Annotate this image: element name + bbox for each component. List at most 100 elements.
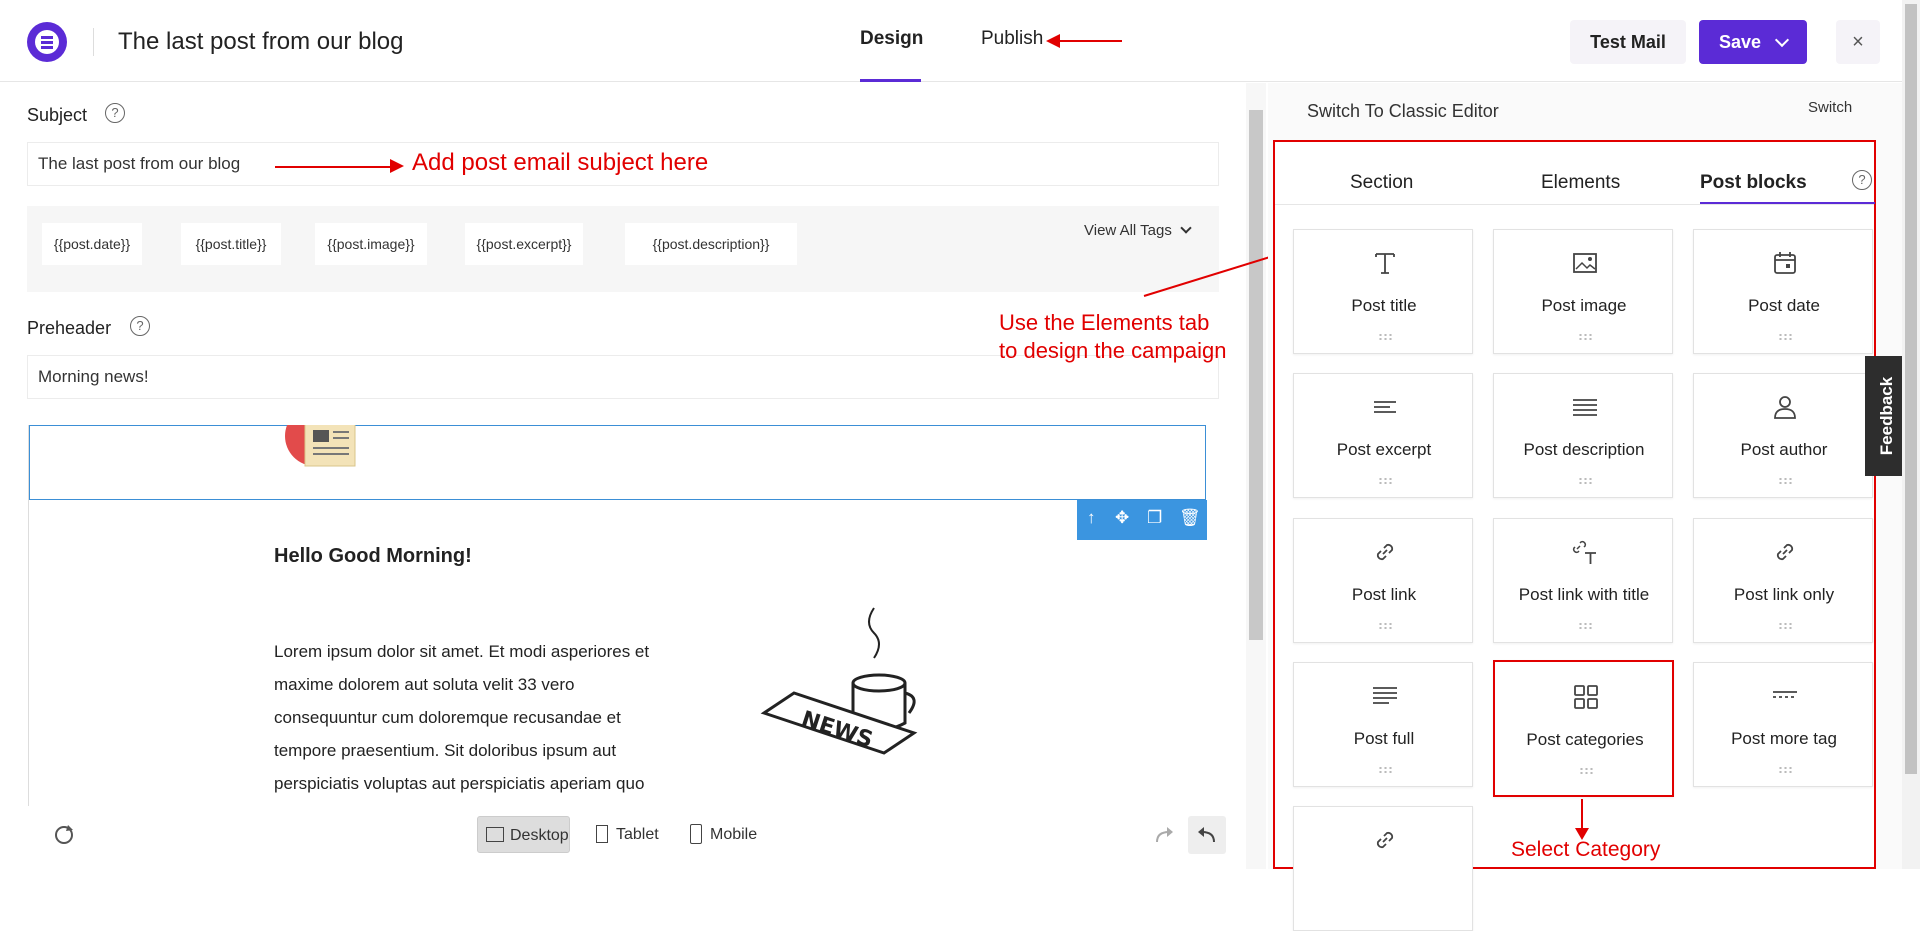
tab-design[interactable]: Design [860, 28, 923, 50]
tab-elements[interactable]: Elements [1541, 172, 1620, 194]
email-body-text[interactable]: Lorem ipsum dolor sit amet. Et modi aspe… [274, 635, 674, 800]
block-post-more-tag[interactable]: Post more tag [1693, 662, 1873, 787]
redo-icon[interactable] [1153, 824, 1175, 846]
link-title-icon [1572, 540, 1596, 564]
person-icon [1774, 396, 1796, 419]
drag-handle-icon[interactable] [1378, 477, 1392, 485]
annotation-arrowhead-icon [390, 159, 404, 173]
device-tablet-label: Tablet [616, 826, 659, 843]
block-post-categories[interactable]: Post categories [1493, 660, 1674, 797]
block-label: Post link [1351, 585, 1417, 604]
test-mail-button[interactable]: Test Mail [1570, 20, 1686, 64]
tag-post-date[interactable]: {{post.date}} [42, 223, 142, 265]
tag-bar: {{post.date}} {{post.title}} {{post.imag… [27, 206, 1219, 292]
annotation-subject: Add post email subject here [412, 149, 709, 176]
close-button[interactable]: × [1836, 20, 1880, 64]
newspaper-image-icon [285, 425, 356, 467]
email-heading[interactable]: Hello Good Morning! [274, 545, 472, 568]
block-post-date[interactable]: Post date [1693, 229, 1873, 354]
annotation-arrow-publish [1052, 40, 1122, 42]
refresh-icon[interactable] [53, 824, 75, 846]
feedback-label: Feedback [1877, 376, 1896, 456]
block-post-full[interactable]: Post full [1293, 662, 1473, 787]
drag-handle-icon[interactable] [1778, 766, 1792, 774]
tab-publish[interactable]: Publish [981, 28, 1043, 50]
grid-icon [1574, 685, 1598, 709]
drag-handle-icon[interactable] [1378, 333, 1392, 341]
drag-handle-icon[interactable] [1778, 622, 1792, 630]
block-post-link-with-title[interactable]: Post link with title [1493, 518, 1673, 643]
tabs-divider [1275, 204, 1874, 205]
app-logo-icon[interactable] [27, 22, 67, 62]
device-desktop-button[interactable]: Desktop [477, 816, 570, 853]
link-icon [1376, 831, 1394, 849]
email-canvas[interactable]: ↑ ✥ ❐ 🗑 Hello Good Morning! Lorem ipsum … [28, 425, 1220, 869]
drag-handle-icon[interactable] [1579, 767, 1593, 775]
move-icon[interactable]: ✥ [1115, 508, 1129, 528]
help-icon[interactable]: ? [105, 103, 125, 123]
drag-handle-icon[interactable] [1378, 622, 1392, 630]
annotation-category: Select Category [1511, 838, 1661, 861]
tag-post-title[interactable]: {{post.title}} [181, 223, 281, 265]
blocks-sidebar: Switch To Classic Editor Switch Section … [1268, 83, 1920, 931]
block-post-image[interactable]: Post image [1493, 229, 1673, 354]
drag-handle-icon[interactable] [1778, 333, 1792, 341]
block-label: Post more tag [1731, 729, 1837, 748]
more-tag-icon [1773, 691, 1797, 698]
annotation-arrow-subject [275, 166, 393, 168]
tab-post-blocks[interactable]: Post blocks [1700, 172, 1807, 194]
selected-image-block[interactable] [29, 425, 1206, 500]
tab-section[interactable]: Section [1350, 172, 1413, 194]
divider [93, 28, 94, 56]
page-scrollbar-thumb[interactable] [1905, 4, 1917, 774]
device-toolbar: Desktop Tablet Mobile [28, 806, 1233, 869]
block-post-title[interactable]: Post title [1293, 229, 1473, 354]
device-tablet-button[interactable]: Tablet [584, 816, 669, 853]
short-lines-icon [1374, 401, 1396, 413]
arrow-up-icon[interactable]: ↑ [1087, 508, 1096, 528]
trash-icon[interactable]: 🗑 [1179, 508, 1201, 528]
device-mobile-button[interactable]: Mobile [678, 816, 763, 853]
block-post-link-only[interactable]: Post link only [1693, 518, 1873, 643]
campaign-title: The last post from our blog [118, 28, 404, 55]
desktop-icon [486, 827, 504, 842]
help-icon[interactable]: ? [1852, 170, 1872, 190]
block-post-description[interactable]: Post description [1493, 373, 1673, 498]
block-toolbar: ↑ ✥ ❐ 🗑 [1077, 500, 1207, 540]
device-desktop-label: Desktop [510, 827, 569, 844]
help-icon[interactable]: ? [130, 316, 150, 336]
drag-handle-icon[interactable] [1578, 333, 1592, 341]
image-icon [1573, 253, 1597, 273]
block-post-excerpt[interactable]: Post excerpt [1293, 373, 1473, 498]
tag-post-description[interactable]: {{post.description}} [625, 223, 797, 265]
switch-classic-label: Switch To Classic Editor [1307, 101, 1499, 121]
tag-post-excerpt[interactable]: {{post.excerpt}} [465, 223, 583, 265]
block-label: Post excerpt [1336, 440, 1432, 459]
copy-icon[interactable]: ❐ [1147, 508, 1162, 528]
newspaper-coffee-illustration-icon: NEWS [760, 607, 918, 755]
mobile-icon [690, 824, 702, 844]
block-label: Post categories [1526, 730, 1644, 749]
block-label: Post link only [1733, 585, 1835, 604]
drag-handle-icon[interactable] [1378, 766, 1392, 774]
block-post-link[interactable]: Post link [1293, 518, 1473, 643]
block-label: Post description [1523, 440, 1645, 459]
drag-handle-icon[interactable] [1578, 477, 1592, 485]
block-label: Post image [1541, 296, 1627, 315]
undo-button[interactable] [1188, 816, 1226, 854]
text-t-icon [1375, 253, 1395, 274]
subject-label: Subject [27, 105, 88, 125]
block-label: Post date [1748, 296, 1820, 315]
chevron-down-icon[interactable] [1774, 32, 1790, 48]
link-icon [1376, 543, 1394, 561]
block-post-author[interactable]: Post author [1693, 373, 1873, 498]
feedback-tab[interactable]: Feedback [1865, 356, 1903, 476]
lines-icon [1573, 399, 1597, 416]
drag-handle-icon[interactable] [1578, 622, 1592, 630]
annotation-elements-line1: Use the Elements tab [999, 310, 1210, 335]
top-bar: The last post from our blog Design Publi… [0, 0, 1920, 82]
save-button[interactable]: Save [1699, 20, 1807, 64]
drag-handle-icon[interactable] [1778, 477, 1792, 485]
tag-post-image[interactable]: {{post.image}} [315, 223, 427, 265]
switch-button[interactable]: Switch [1808, 99, 1852, 116]
